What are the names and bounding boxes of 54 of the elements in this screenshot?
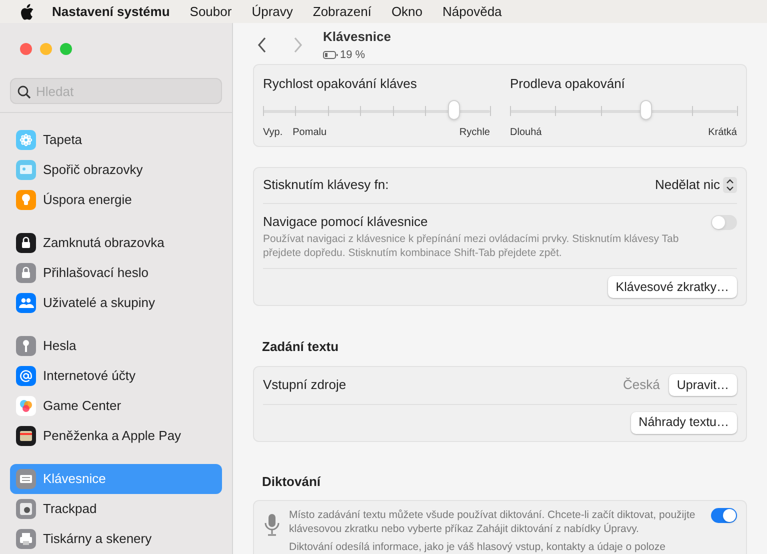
section-heading: Diktování	[262, 472, 322, 490]
minimize-button[interactable]	[40, 43, 52, 55]
sidebar-item[interactable]: Tiskárny a skenery	[10, 524, 222, 554]
slider-tick-label: Vyp.	[263, 126, 283, 140]
sidebar-item[interactable]: Internetové účty	[10, 361, 222, 391]
sidebar-item[interactable]: Hesla	[10, 331, 222, 361]
chevron-updown-icon	[723, 177, 737, 193]
app-menu[interactable]: Nastavení systému	[52, 2, 170, 22]
shortcuts-button[interactable]: Klávesové zkratky…	[608, 276, 737, 298]
edit-button[interactable]: Upravit…	[668, 374, 737, 396]
slider-tick-label: Pomalu	[292, 126, 327, 140]
menu-item[interactable]: Zobrazení	[312, 2, 372, 22]
slider-tick-label: Rychle	[459, 126, 490, 140]
slider-label: Rychlost opakování kláves	[263, 75, 418, 93]
dictation-description: Místo zadávání textu můžete všude používat diktování. Chcete-li začít diktovat, použijte klávesovou zkratku nebo vyberte příkaz Zahájit diktování z nabídky Úpravy.	[289, 508, 696, 537]
slider-thumb[interactable]	[640, 100, 652, 120]
toggle-switch[interactable]	[711, 508, 737, 523]
slider-track[interactable]	[263, 100, 490, 122]
setting-label: Stisknutím klávesy fn:	[263, 176, 389, 194]
zoom-button[interactable]	[60, 43, 72, 55]
slider-label: Prodleva opakování	[510, 75, 626, 93]
sidebar-item[interactable]: Tapeta	[10, 125, 222, 155]
setting-label: Navigace pomocí klávesnice	[263, 212, 429, 231]
slider-tick-label: Dlouhá	[510, 126, 542, 140]
sidebar-item[interactable]: Spořič obrazovky	[10, 155, 222, 185]
menu-item[interactable]: Úpravy	[252, 2, 293, 22]
slider-tick-label: Krátká	[708, 126, 737, 140]
slider-thumb[interactable]	[448, 100, 460, 120]
sidebar-item[interactable]: Game Center	[10, 391, 222, 421]
setting-description: Používat navigaci z klávesnice k přepínání mezi ovládacími prvky. Stisknutím klávesy Tab přejdete dopředu. Stisknutím kombinace Shift-Tab přejdete zpět.	[263, 232, 680, 260]
section-heading: Zadání textu	[262, 338, 340, 356]
sidebar-item[interactable]: Uživatelé a skupiny	[10, 288, 222, 318]
setting-label: Vstupní zdroje	[263, 376, 346, 394]
sidebar-item[interactable]: Trackpad	[10, 494, 222, 524]
close-button[interactable]	[20, 43, 32, 55]
text-replacements-button[interactable]: Náhrady textu…	[630, 412, 737, 434]
sidebar-item[interactable]: Peněženka a Apple Pay	[10, 421, 222, 451]
menu-item[interactable]: Okno	[391, 2, 423, 22]
dictation-note: Diktování odesílá informace, jako je váš hlasový vstup, kontakty a údaje o poloze	[289, 541, 666, 554]
sidebar-item[interactable]: Přihlašovací heslo	[10, 258, 222, 288]
battery-level: 19 %	[340, 48, 366, 62]
toggle-switch[interactable]	[711, 214, 737, 230]
popup-menu[interactable]: Nedělat nic	[654, 175, 737, 195]
search-icon	[17, 85, 31, 99]
battery-icon	[323, 50, 338, 59]
sidebar-item[interactable]: Úspora energie	[10, 185, 222, 215]
setting-value: Česká	[623, 376, 660, 394]
page-title: Klávesnice	[323, 28, 391, 46]
slider-track[interactable]	[510, 100, 737, 122]
menu-item[interactable]: Nápověda	[442, 2, 502, 22]
apple-logo-icon[interactable]	[20, 4, 34, 20]
microphone-icon	[263, 513, 281, 537]
sidebar-item[interactable]: Zamknutá obrazovka	[10, 228, 222, 258]
menu-item[interactable]: Soubor	[190, 2, 232, 22]
